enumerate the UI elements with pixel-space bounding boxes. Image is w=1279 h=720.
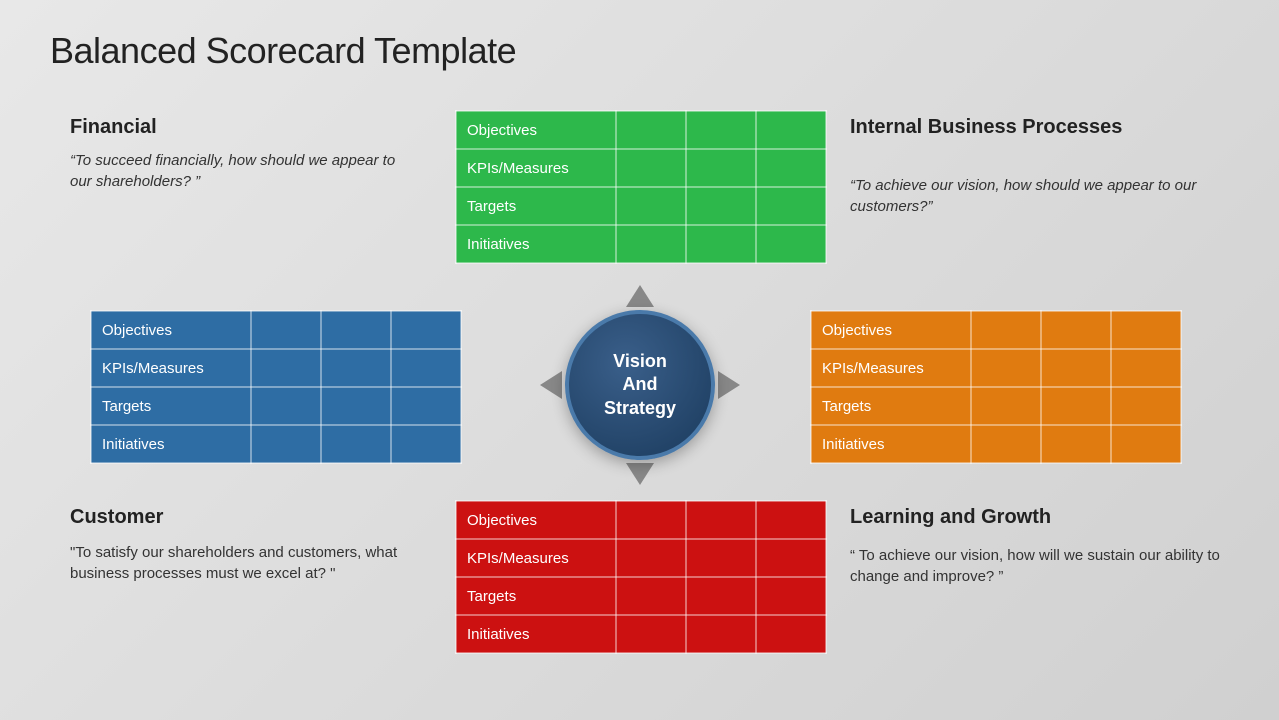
- learning-label: Learning and Growth: [850, 505, 1230, 529]
- internal-label: Internal Business Processes: [850, 115, 1160, 139]
- vision-strategy-container: VisionAndStrategy: [540, 285, 740, 485]
- arrow-right-icon: [718, 371, 740, 399]
- vision-strategy-text: VisionAndStrategy: [604, 350, 676, 420]
- page-title: Balanced Scorecard Template: [50, 30, 516, 72]
- arrow-down-icon: [626, 463, 654, 485]
- financial-desc: “To succeed financially, how should we a…: [70, 150, 410, 192]
- vision-strategy-circle: VisionAndStrategy: [565, 310, 715, 460]
- arrow-left-icon: [540, 371, 562, 399]
- learning-desc: “ To achieve our vision, how will we sus…: [850, 545, 1230, 587]
- learning-table: Objectives KPIs/Measures Targets Initiat…: [455, 500, 827, 654]
- arrow-up-icon: [626, 285, 654, 307]
- customer-label: Customer: [70, 505, 163, 529]
- financial-table: Objectives KPIs/Measures Targets Initiat…: [455, 110, 827, 264]
- financial-label: Financial: [70, 115, 157, 139]
- customer-process-table: Objectives KPIs/Measures Targets Initiat…: [90, 310, 462, 464]
- internal-desc: “To achieve our vision, how should we ap…: [850, 175, 1230, 217]
- internal-table: Objectives KPIs/Measures Targets Initiat…: [810, 310, 1182, 464]
- customer-desc: "To satisfy our shareholders and custome…: [70, 542, 440, 584]
